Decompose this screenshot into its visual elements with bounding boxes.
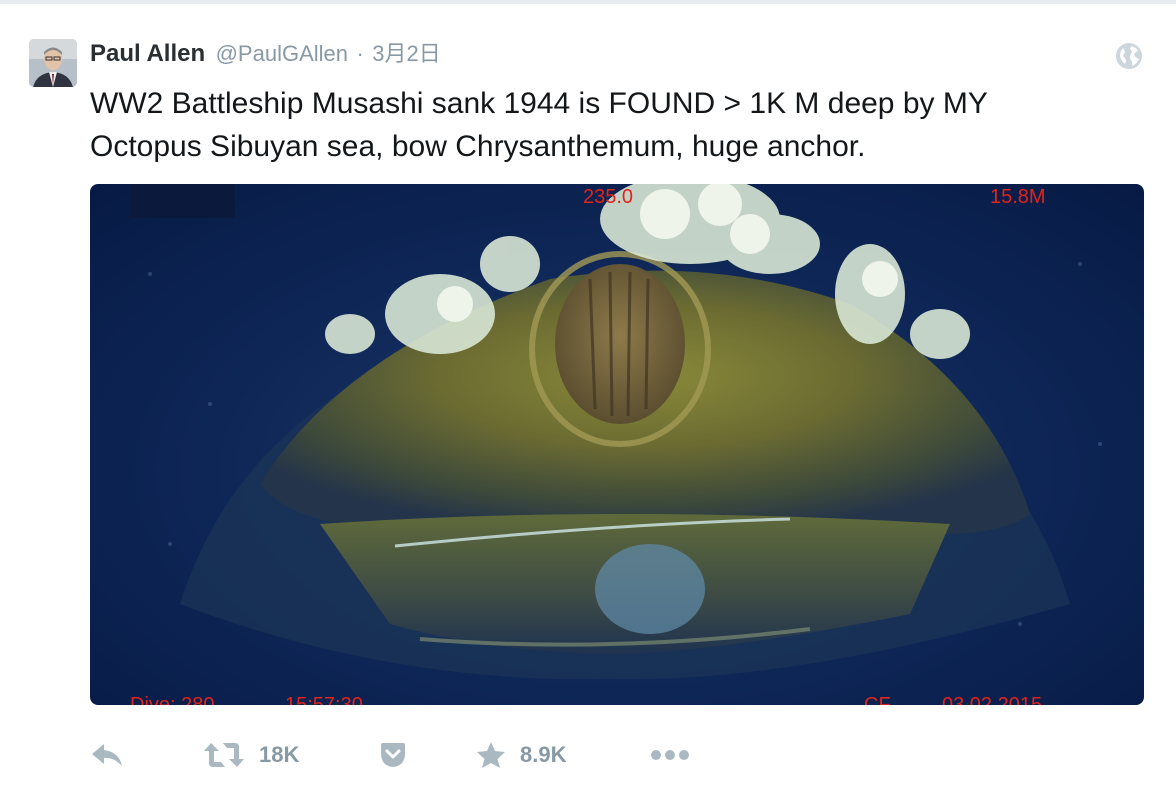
- header-separator: ·: [356, 41, 364, 66]
- more-icon: [650, 749, 690, 761]
- overlay-cf: CF: [864, 694, 891, 705]
- star-icon: [476, 741, 506, 769]
- tweet-header: Paul Allen @PaulGAllen · 3月2日: [90, 36, 441, 68]
- globe-icon: [1115, 42, 1143, 70]
- retweet-button[interactable]: 18K: [203, 737, 299, 773]
- author-avatar[interactable]: [29, 39, 77, 87]
- tweet-photo[interactable]: 235.0 15.8M Dive: 280 15:57:30 CF 03.02.…: [90, 184, 1144, 705]
- pocket-button[interactable]: [379, 737, 407, 773]
- tweet-text: WW2 Battleship Musashi sank 1944 is FOUN…: [90, 87, 988, 163]
- overlay-date: 03.02.2015: [942, 694, 1043, 705]
- retweet-icon: [203, 741, 245, 769]
- favorite-count: 8.9K: [520, 742, 567, 767]
- tweet-timestamp[interactable]: 3月2日: [372, 41, 440, 66]
- reply-button[interactable]: [90, 737, 124, 773]
- overlay-depth: 15.8M: [990, 186, 1046, 208]
- reply-icon: [90, 742, 124, 768]
- shipwreck-bow-photo: [130, 184, 1102, 680]
- tweet[interactable]: Paul Allen @PaulGAllen · 3月2日 WW2 Battle…: [0, 4, 1176, 802]
- pocket-icon: [379, 742, 407, 768]
- more-button[interactable]: [650, 737, 690, 773]
- overlay-clock: 15:57:30: [285, 694, 363, 705]
- retweet-count: 18K: [259, 742, 300, 767]
- overlay-heading: 235.0: [583, 186, 634, 208]
- author-handle[interactable]: @PaulGAllen: [216, 41, 348, 66]
- author-name[interactable]: Paul Allen: [90, 40, 205, 67]
- favorite-button[interactable]: 8.9K: [476, 737, 566, 773]
- overlay-dive: Dive: 280: [130, 694, 215, 705]
